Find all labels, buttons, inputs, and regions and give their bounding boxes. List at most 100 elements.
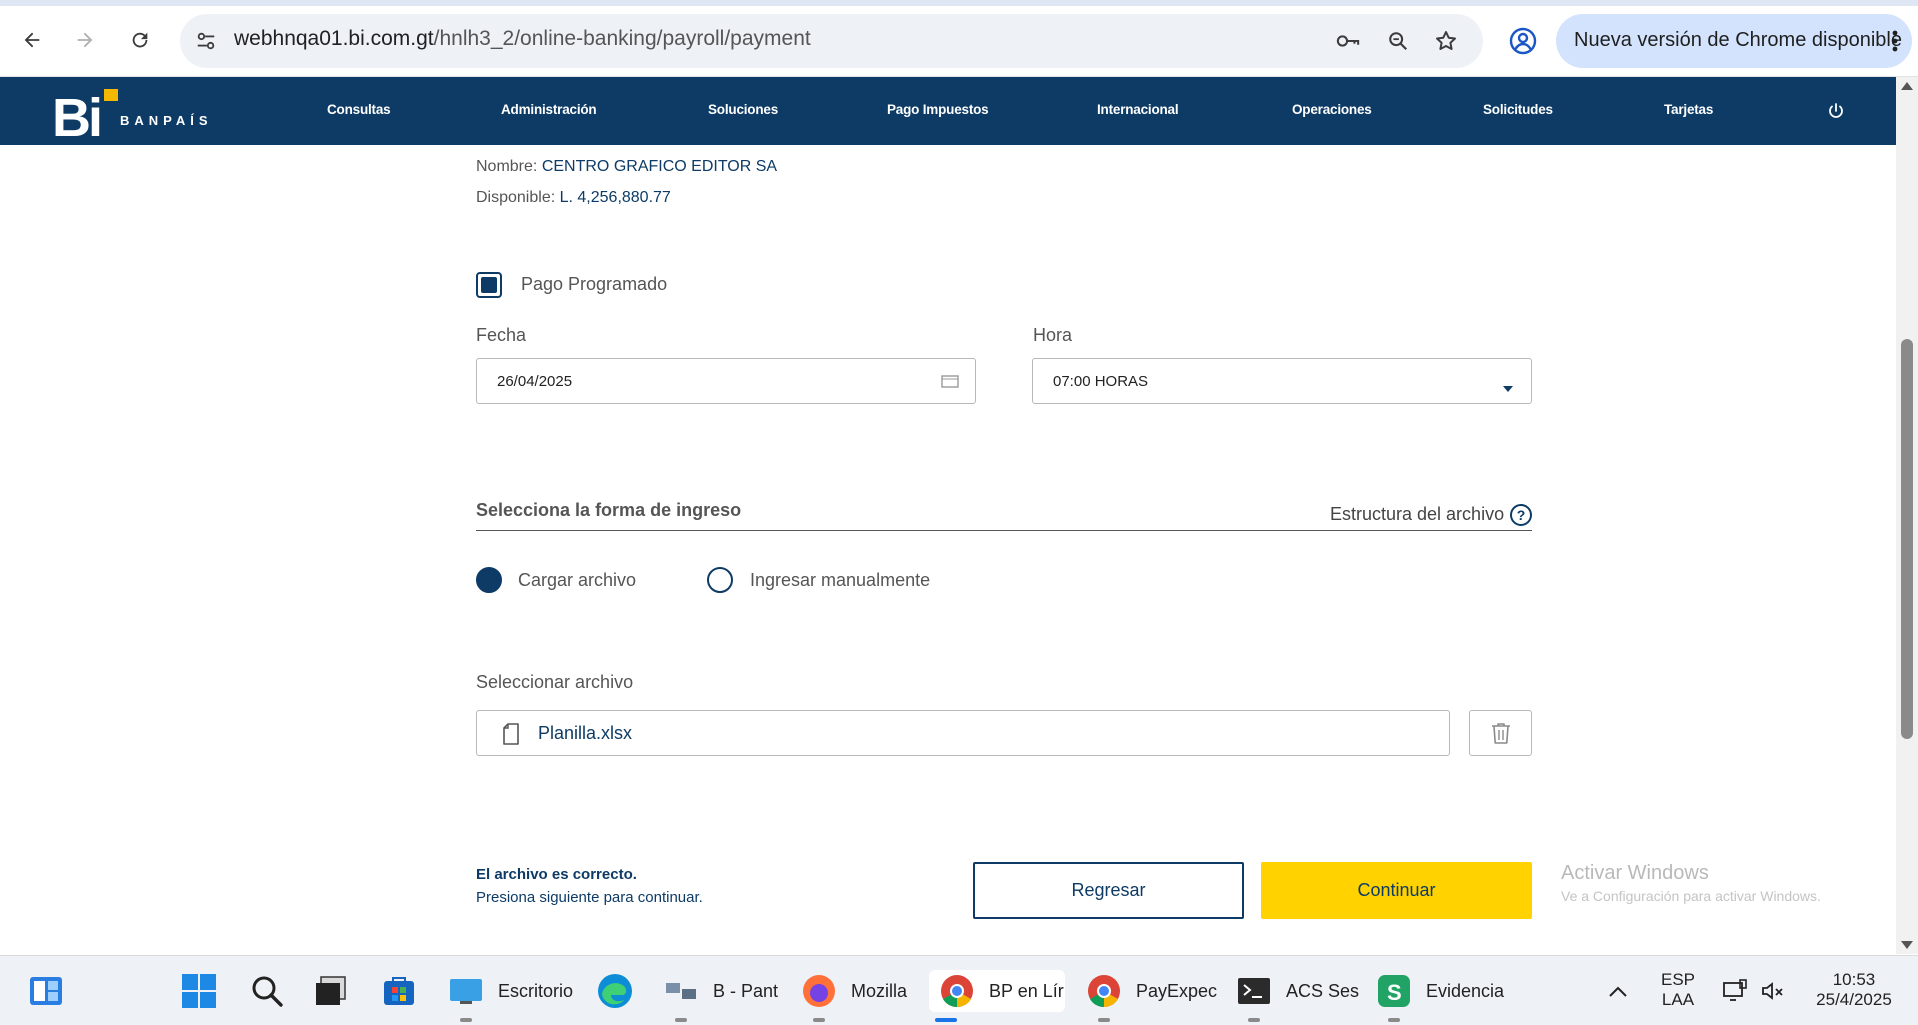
firefox-icon: [803, 975, 835, 1007]
help-icon[interactable]: ?: [1510, 504, 1532, 526]
logo-mark: Bi: [52, 88, 103, 148]
scroll-thumb[interactable]: [1901, 339, 1913, 739]
date-label: Fecha: [476, 325, 527, 345]
clock-date: 25/4/2025: [1816, 990, 1892, 1009]
network-icon: [666, 983, 696, 999]
nav-item-consultas[interactable]: Consultas: [327, 102, 391, 117]
logo-accent-square: [104, 89, 118, 101]
scroll-up-icon[interactable]: [1901, 82, 1913, 90]
account-name-row: Nombre: CENTRO GRAFICO EDITOR SA: [476, 158, 777, 176]
select-file-label: Seleccionar archivo: [476, 672, 634, 692]
running-indicator: [1388, 1018, 1400, 1022]
kebab-menu-icon[interactable]: [1892, 29, 1898, 53]
language-code: ESP: [1660, 970, 1696, 989]
nav-item-pago-impuestos[interactable]: Pago Impuestos: [887, 102, 989, 117]
taskbar-app-b-pant[interactable]: B - Pant: [663, 970, 779, 1022]
taskbar-app-payexpec[interactable]: PayExpec: [1086, 970, 1218, 1022]
windows-activation-title: Activar Windows: [1561, 862, 1709, 884]
clock[interactable]: 10:53 25/4/2025: [1804, 970, 1904, 1010]
running-indicator: [675, 1018, 687, 1022]
running-indicator: [813, 1018, 825, 1022]
url-text[interactable]: webhnqa01.bi.com.gt/hnlh3_2/online-banki…: [234, 27, 811, 51]
account-available-value: L. 4,256,880.77: [559, 189, 671, 206]
radio-upload-file-label[interactable]: Cargar archivo: [518, 570, 636, 591]
taskbar-label: ACS Ses: [1286, 980, 1360, 1001]
file-structure-link[interactable]: Estructura del archivo: [1330, 504, 1504, 525]
calendar-icon[interactable]: [941, 373, 959, 394]
taskbar-label: B - Pant: [713, 980, 779, 1001]
chrome-icon: [941, 975, 973, 1008]
volume-muted-icon[interactable]: [1760, 970, 1786, 1012]
tray-overflow-chevron-icon[interactable]: [1608, 970, 1628, 1012]
back-button[interactable]: Regresar: [973, 862, 1244, 919]
checkbox-checked-mark: [481, 277, 497, 293]
windows-activation-subtitle: Ve a Configuración para activar Windows.: [1561, 888, 1821, 904]
display-network-icon[interactable]: [1722, 970, 1748, 1012]
reload-icon[interactable]: [122, 22, 158, 58]
start-windows-icon[interactable]: [181, 970, 217, 1012]
file-name: Planilla.xlsx: [538, 723, 633, 743]
date-field[interactable]: 26/04/2025: [476, 358, 976, 404]
account-name-label: Nombre:: [476, 158, 538, 175]
nav-item-soluciones[interactable]: Soluciones: [708, 102, 778, 117]
chrome-update-label: Nueva versión de Chrome disponible: [1574, 29, 1902, 51]
scheduled-payment-label: Pago Programado: [521, 274, 668, 294]
nav-item-tarjetas[interactable]: Tarjetas: [1664, 102, 1713, 117]
tab-strip: [0, 0, 1918, 6]
task-view-icon[interactable]: [313, 970, 349, 1012]
chevron-down-icon: [1503, 379, 1513, 397]
running-indicator: [1098, 1018, 1110, 1022]
input-method-title: Selecciona la forma de ingreso: [476, 500, 742, 520]
password-key-icon[interactable]: [1336, 29, 1360, 53]
nav-item-internacional[interactable]: Internacional: [1097, 102, 1179, 117]
taskbar-app-acs-ses[interactable]: ACS Ses: [1236, 970, 1360, 1022]
taskbar-app-escritorio[interactable]: Escritorio: [448, 970, 574, 1022]
file-status-message: El archivo es correcto.: [476, 866, 637, 883]
site-settings-icon[interactable]: [194, 29, 218, 53]
store-icon[interactable]: [381, 970, 417, 1012]
back-icon[interactable]: [14, 22, 50, 58]
remote-desktop-icon: [450, 979, 482, 1004]
logo-wordmark: BANPAÍS: [120, 113, 213, 128]
bookmark-star-icon[interactable]: [1434, 29, 1458, 53]
delete-file-button[interactable]: [1469, 710, 1532, 756]
continue-button[interactable]: Continuar: [1261, 862, 1532, 919]
time-value: 07:00 HORAS: [1053, 373, 1149, 390]
profile-icon[interactable]: [1508, 26, 1538, 56]
search-icon[interactable]: [250, 970, 284, 1012]
banpais-logo[interactable]: Bi BANPAÍS: [52, 83, 232, 148]
taskbar-app-evidencia[interactable]: S Evidencia: [1376, 970, 1504, 1022]
edge-icon[interactable]: [596, 970, 634, 1012]
file-status-hint: Presiona siguiente para continuar.: [476, 889, 703, 906]
input-language[interactable]: ESP LAA: [1660, 970, 1696, 1010]
url-host: webhnqa01.bi.com.gt: [234, 27, 434, 50]
page-scrollbar[interactable]: [1896, 77, 1918, 954]
nav-item-operaciones[interactable]: Operaciones: [1292, 102, 1372, 117]
taskbar-app-bp-en-linea[interactable]: BP en Lír: [929, 970, 1065, 1022]
bank-navbar: Bi BANPAÍS Consultas Administración Solu…: [0, 77, 1896, 148]
taskbar-app-mozilla[interactable]: Mozilla: [801, 970, 908, 1022]
taskbar-label: Escritorio: [498, 980, 574, 1001]
power-logout-icon[interactable]: [1826, 101, 1846, 121]
file-field[interactable]: Planilla.xlsx: [476, 710, 1450, 756]
taskbar-label: Mozilla: [851, 980, 908, 1001]
taskbar-label: PayExpec: [1136, 980, 1218, 1001]
scheduled-payment-checkbox[interactable]: [476, 272, 502, 298]
zoom-icon[interactable]: [1386, 29, 1410, 53]
chrome-icon: [1088, 975, 1120, 1008]
sheets-icon: S: [1378, 975, 1410, 1007]
forward-icon[interactable]: [67, 22, 103, 58]
chrome-update-button[interactable]: Nueva versión de Chrome disponible: [1556, 14, 1912, 68]
running-indicator: [1248, 1018, 1260, 1022]
nav-item-administracion[interactable]: Administración: [501, 102, 597, 117]
radio-manual-entry-label[interactable]: Ingresar manualmente: [750, 570, 930, 591]
address-bar[interactable]: webhnqa01.bi.com.gt/hnlh3_2/online-banki…: [180, 14, 1483, 68]
file-icon: [503, 723, 519, 750]
widgets-icon[interactable]: [28, 970, 64, 1012]
radio-manual-entry[interactable]: [707, 567, 733, 593]
taskbar-label: BP en Lír: [989, 980, 1064, 1001]
time-select[interactable]: 07:00 HORAS: [1032, 358, 1532, 404]
scroll-down-icon[interactable]: [1901, 941, 1913, 949]
radio-upload-file[interactable]: [476, 567, 502, 593]
nav-item-solicitudes[interactable]: Solicitudes: [1483, 102, 1553, 117]
